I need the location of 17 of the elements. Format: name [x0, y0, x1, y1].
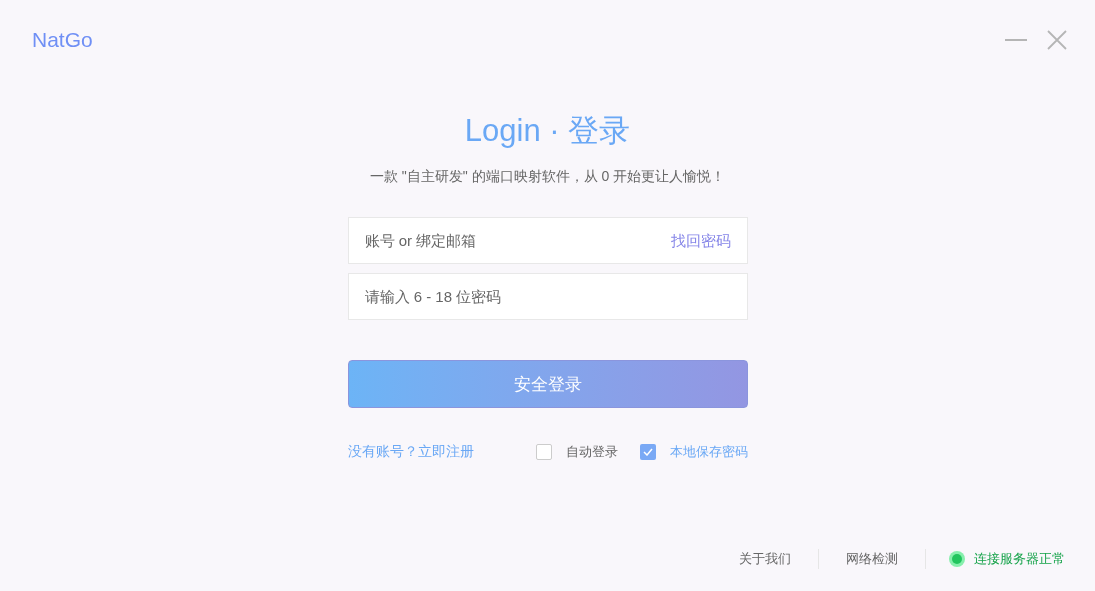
- checkbox-label: 自动登录: [565, 443, 618, 461]
- close-icon[interactable]: [1047, 29, 1067, 50]
- password-field[interactable]: 请输入 6 - 18 位密码: [347, 273, 748, 321]
- server-status: 连接服务器正常: [974, 550, 1065, 569]
- forgot-password-link[interactable]: 找回密码: [670, 229, 731, 252]
- register-link[interactable]: 没有账号？立即注册: [347, 441, 474, 463]
- check-icon: [642, 447, 653, 456]
- account-field[interactable]: 账号 or 绑定邮箱 找回密码: [347, 217, 748, 265]
- footer-link[interactable]: 关于我们: [712, 549, 818, 569]
- login-button[interactable]: 安全登录: [347, 360, 748, 409]
- checkbox-label: 本地保存密码: [669, 443, 748, 461]
- checkbox[interactable]: [535, 443, 552, 460]
- checkbox[interactable]: [639, 443, 656, 460]
- footer-link[interactable]: 网络检测: [819, 549, 925, 569]
- login-title: Login · 登录: [464, 111, 631, 150]
- subtitle: 一款 "自主研发" 的端口映射软件，从 0 开始更让人愉悦！: [369, 167, 726, 187]
- app-logo: NatGo: [32, 27, 93, 53]
